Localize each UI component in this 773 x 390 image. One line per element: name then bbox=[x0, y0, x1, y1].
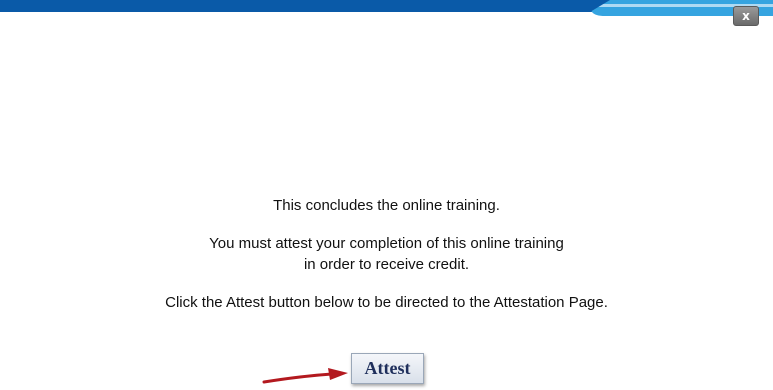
close-icon: x bbox=[742, 9, 750, 23]
attest-button[interactable]: Attest bbox=[351, 353, 424, 384]
red-arrow-icon bbox=[262, 368, 348, 384]
header-bar-graphic bbox=[0, 0, 773, 16]
close-button[interactable]: x bbox=[733, 6, 759, 26]
training-completion-page: x This concludes the online training. Yo… bbox=[0, 0, 773, 390]
attest-button-hint: Click the Attest button below to be dire… bbox=[165, 294, 608, 311]
conclusion-text: This concludes the online training. bbox=[273, 197, 500, 214]
attest-instruction-line-1: You must attest your completion of this … bbox=[209, 235, 564, 252]
header-bar bbox=[0, 0, 773, 18]
attest-instruction-line-2: in order to receive credit. bbox=[303, 256, 470, 273]
